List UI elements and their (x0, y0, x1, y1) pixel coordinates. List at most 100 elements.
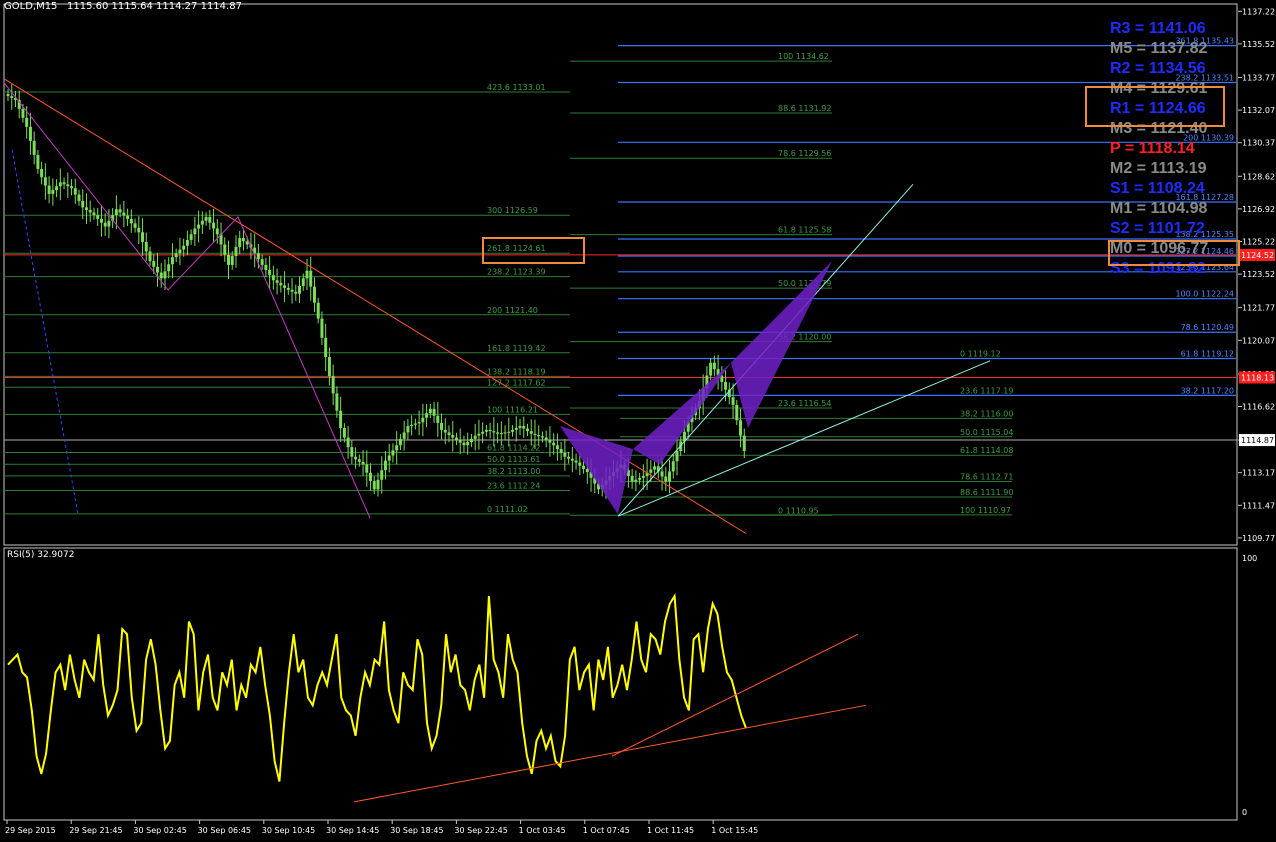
candle-body (582, 465, 586, 469)
candle-body (103, 222, 107, 227)
time-axis-label: 30 Sep 06:45 (198, 826, 251, 835)
symbol-header: GOLD,M15 1115.60 1115.64 1114.27 1114.87 (4, 1, 242, 12)
candle-body (503, 432, 507, 434)
candle-body (709, 362, 713, 376)
fib-left-label: 300 1126.59 (487, 206, 538, 215)
candle-body (32, 140, 36, 155)
candle-body (544, 437, 548, 441)
candle-body (447, 432, 451, 436)
candle-body (241, 238, 245, 242)
rsi-trendline-lower (353, 704, 867, 803)
candle-body (432, 408, 436, 416)
candle-body (234, 247, 238, 256)
candle-body (537, 435, 541, 437)
candle-body (425, 413, 429, 418)
pivot-level: P = 1118.14 (1110, 140, 1195, 157)
fib-center-label: 50.0 1115.04 (960, 428, 1013, 437)
candle-body (630, 475, 634, 482)
candle-body (275, 280, 279, 283)
price-axis-label: 1111.47 (1242, 501, 1275, 510)
candle-body (81, 200, 85, 208)
price-axis-label: 1137.22 (1242, 7, 1275, 16)
price-axis-label: 1109.77 (1242, 534, 1275, 543)
candle-body (245, 241, 249, 245)
candle-body (402, 432, 406, 439)
candle-body (712, 362, 716, 370)
pivot-level: M2 = 1113.19 (1110, 160, 1207, 177)
candle-body (25, 117, 29, 127)
time-axis-label: 30 Sep 02:45 (133, 826, 186, 835)
candle-body (742, 435, 746, 451)
candle-body (339, 410, 343, 428)
candle-body (391, 450, 395, 456)
candle-body (354, 456, 358, 460)
trading-chart[interactable]: 1137.22 1135.52 1133.77 1132.07 1130.37 1128.… (0, 0, 1276, 838)
fib-mid-label: 0 1110.95 (778, 506, 819, 515)
candle-body (496, 432, 500, 434)
fib-left-label: 161.8 1119.42 (487, 344, 546, 353)
candle-body (47, 185, 51, 194)
fib-center-label: 23.6 1117.19 (960, 387, 1013, 396)
candle-body (451, 435, 455, 438)
candle-body (484, 429, 488, 432)
candle-body (230, 255, 234, 265)
candle-body (6, 94, 10, 97)
candle-body (458, 440, 462, 443)
candle-body (114, 209, 118, 216)
price-axis-label: 1120.07 (1242, 336, 1275, 345)
candle-body (92, 212, 96, 216)
candle-body (350, 447, 354, 457)
candle-body (141, 232, 145, 242)
fib-center-label: 0 1119.12 (960, 350, 1001, 359)
fib-left-label: 23.6 1112.24 (487, 482, 540, 491)
candle-body (215, 228, 219, 235)
candle-body (197, 224, 201, 229)
candle-body (395, 445, 399, 451)
time-axis-label: 1 Oct 15:45 (711, 826, 758, 835)
pivot-level: S2 = 1101.72 (1110, 220, 1205, 237)
candle-body (137, 227, 141, 233)
candle-body (574, 460, 578, 463)
fib-right-label: 78.6 1120.49 (1181, 323, 1234, 332)
fib-left-label: 138.2 1118.19 (487, 367, 546, 376)
fib-center-label: 100 1110.97 (960, 506, 1011, 515)
candle-body (167, 264, 171, 272)
candle-body (668, 471, 672, 482)
candle-body (454, 437, 458, 441)
candle-body (511, 429, 515, 432)
price-tag-label: 1114.87 (1241, 436, 1274, 445)
candle-body (73, 188, 77, 195)
candle-body (301, 278, 305, 287)
candle-body (357, 459, 361, 462)
fib-right-label: 61.8 1119.12 (1181, 350, 1234, 359)
price-axis-label: 1113.17 (1242, 469, 1275, 478)
fib-mid-label: 78.6 1129.56 (778, 149, 831, 158)
candle-body (383, 460, 387, 471)
pivot-level: R2 = 1134.56 (1110, 60, 1206, 77)
pattern-triangle-1 (560, 426, 633, 515)
candle-body (365, 464, 369, 473)
candle-body (477, 433, 481, 436)
candle-body (507, 431, 511, 433)
candle-body (529, 431, 533, 434)
fib-left-label: 0 1111.02 (487, 505, 528, 514)
candle-body (316, 302, 320, 319)
fib-right-label: 100.0 1122.24 (1175, 290, 1234, 299)
candle-body (398, 438, 402, 446)
dotted-line (11, 149, 79, 515)
fib-mid-label: 23.6 1116.54 (778, 399, 831, 408)
candle-body (309, 270, 313, 287)
rsi-panel-frame (3, 547, 1238, 821)
time-axis-label: 29 Sep 21:45 (69, 826, 122, 835)
rsi-axis-label: 100 (1242, 554, 1257, 563)
candle-body (675, 450, 679, 462)
candle-body (649, 469, 653, 473)
time-axis-label: 1 Oct 03:45 (519, 826, 566, 835)
trendline-down (3, 78, 747, 534)
candle-body (294, 291, 298, 294)
candle-body (578, 462, 582, 466)
fib-right-label: 38.2 1117.20 (1181, 386, 1234, 395)
pivot-level: M5 = 1137.82 (1110, 40, 1208, 57)
fib-center-label: 61.8 1114.08 (960, 446, 1013, 455)
candle-body (731, 397, 735, 405)
